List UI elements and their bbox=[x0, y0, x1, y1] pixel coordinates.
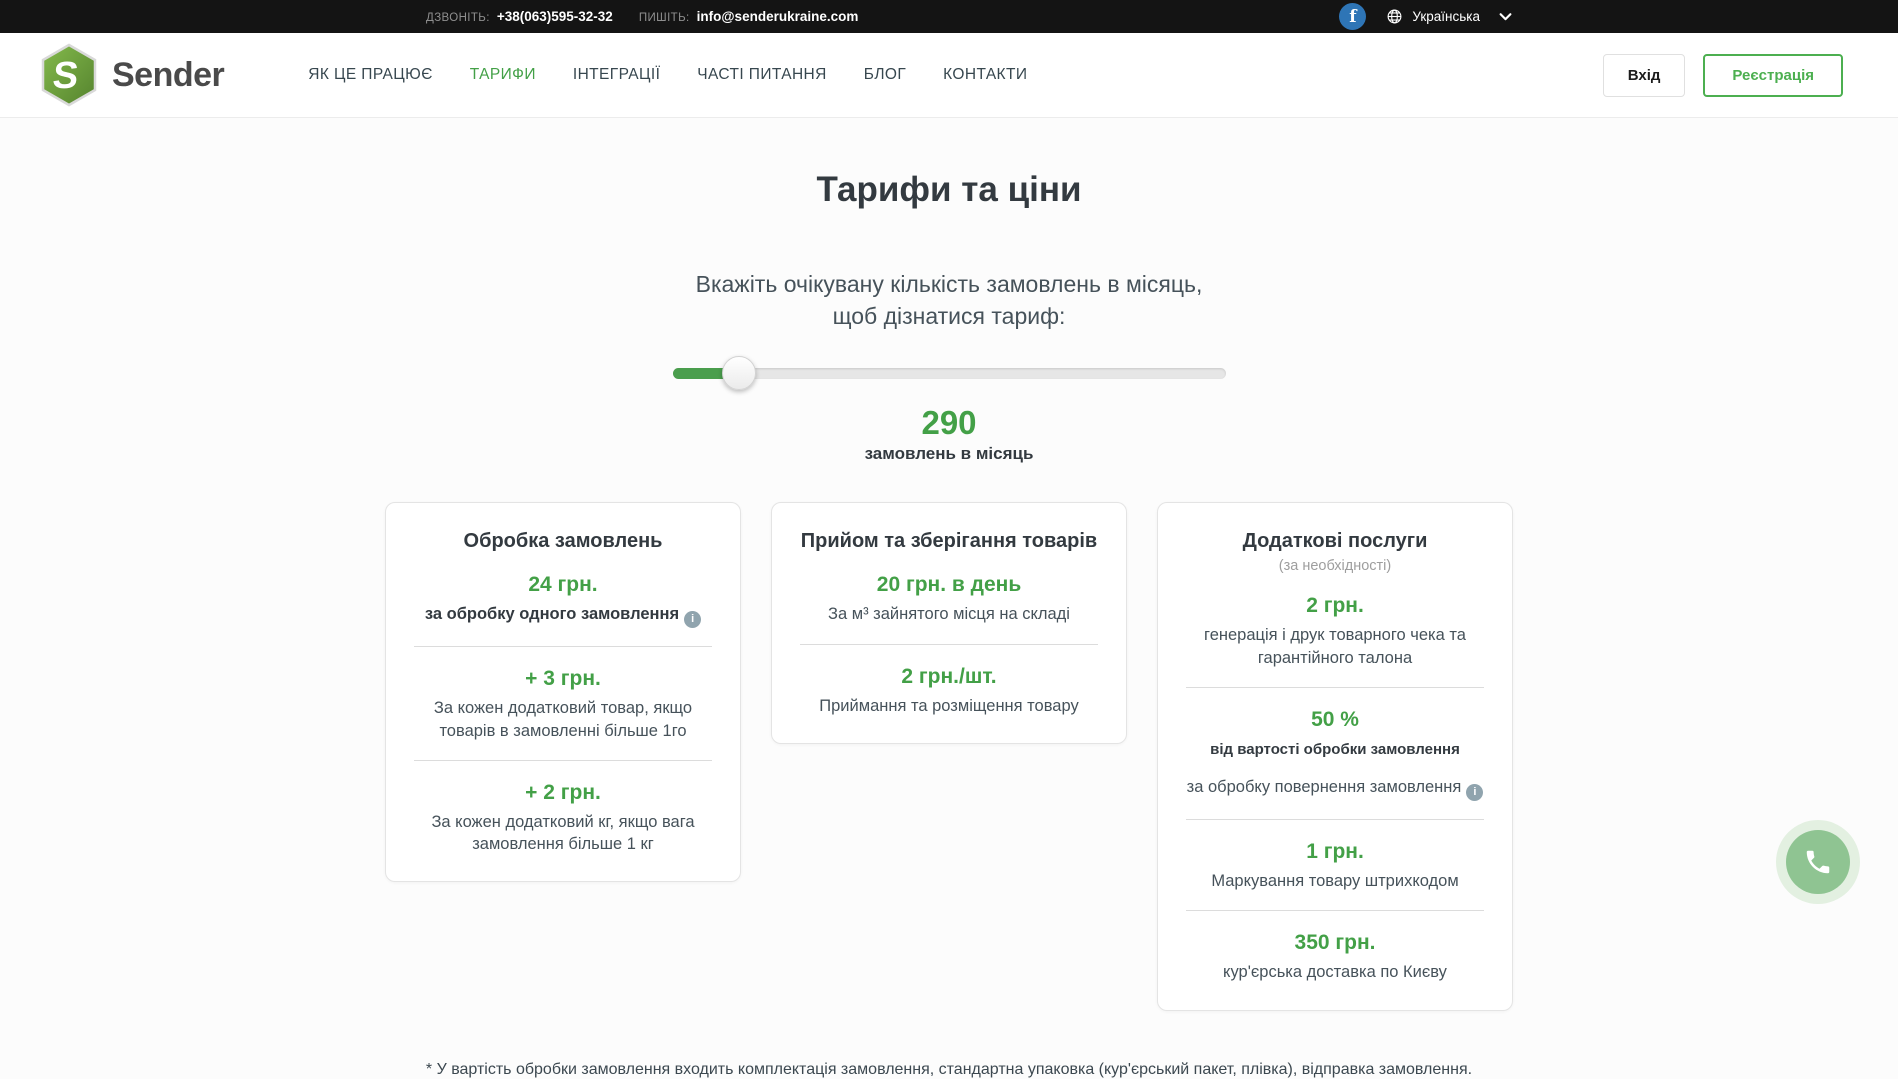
divider bbox=[414, 760, 712, 761]
divider bbox=[1186, 687, 1484, 688]
email-link[interactable]: info@senderukraine.com bbox=[697, 9, 859, 24]
facebook-icon[interactable]: f bbox=[1339, 3, 1366, 30]
price-description-text: за обробку одного замовлення bbox=[425, 605, 679, 623]
price: 24 грн. bbox=[410, 573, 716, 597]
price-description-bold: від вартості обробки замовлення bbox=[1182, 740, 1488, 760]
card-extra-services: Додаткові послуги (за необхідності) 2 гр… bbox=[1157, 502, 1513, 1010]
nav-item-integrations[interactable]: ІНТЕГРАЦІЇ bbox=[573, 66, 660, 84]
chevron-down-icon bbox=[1499, 12, 1512, 22]
orders-slider[interactable] bbox=[673, 356, 1226, 390]
email-contact: ПИШІТЬ: info@senderukraine.com bbox=[639, 9, 859, 24]
page-title: Тарифи та ціни bbox=[817, 170, 1082, 210]
topbar-right: f Українська bbox=[1339, 3, 1512, 30]
header: S Sender ЯК ЦЕ ПРАЦЮЄ ТАРИФИ ІНТЕГРАЦІЇ … bbox=[0, 33, 1898, 118]
price: 20 грн. в день bbox=[796, 573, 1102, 597]
divider bbox=[1186, 910, 1484, 911]
price: 350 грн. bbox=[1182, 931, 1488, 955]
nav-item-faq[interactable]: ЧАСТІ ПИТАННЯ bbox=[697, 66, 826, 84]
globe-icon bbox=[1386, 8, 1403, 25]
call-fab-ring bbox=[1776, 820, 1860, 904]
price-description: Приймання та розміщення товару bbox=[796, 695, 1102, 717]
info-icon[interactable]: i bbox=[1466, 784, 1483, 801]
topbar-contacts: ДЗВОНІТЬ: +38(063)595-32-32 ПИШІТЬ: info… bbox=[426, 9, 858, 24]
price-description: Маркування товару штрихкодом bbox=[1182, 870, 1488, 892]
logo[interactable]: S Sender bbox=[40, 43, 224, 107]
slider-prompt: Вкажіть очікувану кількість замовлень в … bbox=[696, 268, 1203, 332]
pricing-cards: Обробка замовлень 24 грн. за обробку одн… bbox=[385, 502, 1513, 1010]
brand-name: Sender bbox=[112, 56, 224, 95]
price-description: за обробку повернення замовленняi bbox=[1182, 776, 1488, 801]
slider-prompt-line2: щоб дізнатися тариф: bbox=[696, 300, 1203, 332]
card-subtitle: (за необхідності) bbox=[1182, 558, 1488, 574]
price-description: За кожен додатковий кг, якщо вага замовл… bbox=[410, 811, 716, 856]
call-label: ДЗВОНІТЬ: bbox=[426, 12, 490, 24]
price-description: За м³ зайнятого місця на складі bbox=[796, 603, 1102, 625]
price-description-text: за обробку повернення замовлення bbox=[1187, 778, 1462, 796]
nav-item-contacts[interactable]: КОНТАКТИ bbox=[943, 66, 1027, 84]
price: + 2 грн. bbox=[410, 781, 716, 805]
call-fab-button[interactable] bbox=[1786, 830, 1850, 894]
main-nav: ЯК ЦЕ ПРАЦЮЄ ТАРИФИ ІНТЕГРАЦІЇ ЧАСТІ ПИТ… bbox=[308, 66, 1027, 84]
phone-link[interactable]: +38(063)595-32-32 bbox=[497, 9, 613, 24]
price-description: за обробку одного замовлення i bbox=[410, 603, 716, 628]
price: 1 грн. bbox=[1182, 840, 1488, 864]
write-label: ПИШІТЬ: bbox=[639, 12, 690, 24]
slider-thumb[interactable] bbox=[722, 356, 756, 390]
orders-value: 290 bbox=[921, 404, 976, 442]
register-button[interactable]: Реєстрація bbox=[1703, 54, 1843, 97]
price-description: За кожен додатковий товар, якщо товарів … bbox=[410, 697, 716, 742]
card-title: Додаткові послуги bbox=[1182, 530, 1488, 553]
price: + 3 грн. bbox=[410, 667, 716, 691]
divider bbox=[1186, 819, 1484, 820]
card-title: Обробка замовлень bbox=[410, 530, 716, 553]
card-order-processing: Обробка замовлень 24 грн. за обробку одн… bbox=[385, 502, 741, 882]
price: 50 % bbox=[1182, 708, 1488, 732]
header-actions: Вхід Реєстрація bbox=[1603, 54, 1843, 97]
slider-prompt-line1: Вкажіть очікувану кількість замовлень в … bbox=[696, 268, 1203, 300]
phone-icon bbox=[1803, 847, 1833, 877]
price-description: кур'єрська доставка по Києву bbox=[1182, 961, 1488, 983]
main-content: Тарифи та ціни Вкажіть очікувану кількіс… bbox=[0, 118, 1898, 1079]
nav-item-tariffs[interactable]: ТАРИФИ bbox=[470, 66, 536, 84]
language-label: Українська bbox=[1412, 9, 1480, 24]
price: 2 грн./шт. bbox=[796, 665, 1102, 689]
logo-letter: S bbox=[51, 55, 81, 97]
price: 2 грн. bbox=[1182, 594, 1488, 618]
divider bbox=[800, 644, 1098, 645]
price-description: генерація і друк товарного чека та гаран… bbox=[1182, 624, 1488, 669]
info-icon[interactable]: i bbox=[684, 611, 701, 628]
divider bbox=[414, 646, 712, 647]
logo-hexagon-icon: S bbox=[40, 43, 98, 107]
nav-item-blog[interactable]: БЛОГ bbox=[864, 66, 906, 84]
nav-item-how-it-works[interactable]: ЯК ЦЕ ПРАЦЮЄ bbox=[308, 66, 433, 84]
footnote: * У вартість обробки замовлення входить … bbox=[0, 1061, 1898, 1079]
orders-label: замовлень в місяць bbox=[865, 444, 1034, 464]
language-switcher[interactable]: Українська bbox=[1386, 8, 1512, 25]
topbar: ДЗВОНІТЬ: +38(063)595-32-32 ПИШІТЬ: info… bbox=[0, 0, 1898, 33]
phone-contact: ДЗВОНІТЬ: +38(063)595-32-32 bbox=[426, 9, 613, 24]
card-title: Прийом та зберігання товарів bbox=[796, 530, 1102, 553]
login-button[interactable]: Вхід bbox=[1603, 54, 1686, 97]
card-storage: Прийом та зберігання товарів 20 грн. в д… bbox=[771, 502, 1127, 744]
